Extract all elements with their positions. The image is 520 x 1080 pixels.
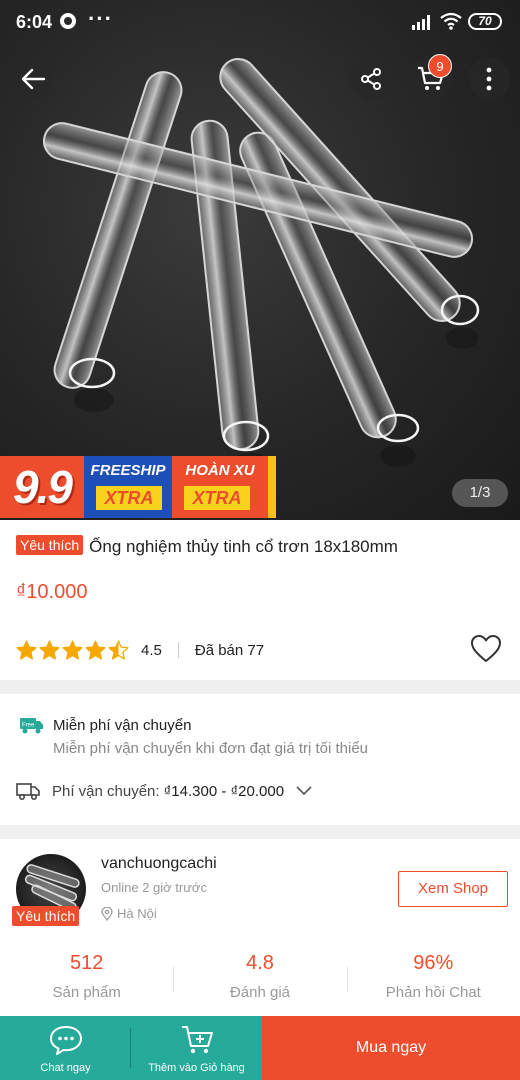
more-options-button[interactable] xyxy=(468,58,510,100)
shop-location: Hà Nội xyxy=(101,906,157,921)
shop-stat-products[interactable]: 512 Sản phẩm xyxy=(0,950,173,1006)
promo-tail xyxy=(268,456,276,518)
stat-value: 512 xyxy=(69,952,104,974)
heart-icon[interactable] xyxy=(470,634,502,664)
chevron-down-icon xyxy=(296,786,312,796)
stat-label: Phản hồi Chat xyxy=(385,984,481,1001)
product-title-row: Yêu thích Ống nghiệm thủy tinh cổ trơn 18… xyxy=(16,534,506,560)
rating-row[interactable]: 4.5 Đã bán 77 xyxy=(16,634,506,664)
free-shipping-subtitle: Miễn phí vận chuyển khi đơn đạt giá trị … xyxy=(53,740,369,757)
stat-value: 96% xyxy=(413,952,454,974)
rating-stars xyxy=(16,640,129,660)
add-to-cart-icon xyxy=(181,1026,213,1054)
status-bar: 6:04 ··· 70 xyxy=(0,0,520,44)
shop-stat-rating[interactable]: 4.8 Đánh giá xyxy=(173,950,346,1006)
promo-freeship-label: FREESHIP xyxy=(90,462,166,479)
share-button[interactable] xyxy=(350,58,392,100)
shipping-fee-label: Phí vận chuyển: xyxy=(52,782,160,800)
cart-count-badge: 9 xyxy=(428,54,452,78)
free-shipping-icon: Free xyxy=(20,718,43,734)
location-pin-icon xyxy=(101,906,113,921)
status-time: 6:04 xyxy=(16,12,53,32)
section-gap xyxy=(0,825,520,839)
promo-freeship-xtra: XTRA xyxy=(96,486,162,510)
stat-label: Sản phẩm xyxy=(52,984,121,1001)
shop-online-status: Online 2 giờ trước xyxy=(101,880,207,895)
promo-nine-nine: 9.9 xyxy=(0,456,84,518)
more-vertical-icon xyxy=(486,67,492,91)
buy-now-button[interactable]: Mua ngay xyxy=(262,1016,520,1080)
promo-hoanxu-xtra: XTRA xyxy=(184,486,250,510)
star-icon xyxy=(85,640,106,660)
svg-text:Free: Free xyxy=(22,723,35,729)
sold-count: Đã bán 77 xyxy=(194,641,265,659)
more-notifications-icon: ··· xyxy=(88,6,113,31)
product-title: Ống nghiệm thủy tinh cổ trơn 18x180mm xyxy=(89,537,398,556)
star-icon xyxy=(39,640,60,660)
shop-name[interactable]: vanchuongcachi xyxy=(101,855,217,873)
wifi-icon xyxy=(440,12,462,30)
chat-bubble-icon xyxy=(49,1026,82,1055)
shipping-fee-row[interactable]: Phí vận chuyển: ₫14.300 - ₫20.000 xyxy=(16,781,312,801)
image-pager: 1/3 xyxy=(452,479,508,507)
rating-divider xyxy=(177,642,179,658)
arrow-left-icon xyxy=(21,68,46,90)
favorite-badge: Yêu thích xyxy=(16,535,84,555)
rating-value: 4.5 xyxy=(141,641,162,659)
star-icon xyxy=(62,640,83,660)
battery-indicator: 70 xyxy=(468,13,502,30)
star-icon xyxy=(16,640,37,660)
section-gap xyxy=(0,680,520,694)
shop-favorite-badge: Yêu thích xyxy=(12,906,80,926)
shop-stats: 512 Sản phẩm 4.8 Đánh giá 96% Phản hồi C… xyxy=(0,950,520,1006)
chat-now-button[interactable]: Chat ngay xyxy=(0,1016,131,1080)
chat-now-label: Chat ngay xyxy=(40,1062,91,1074)
star-icon xyxy=(108,640,129,660)
product-page: 6:04 ··· 70 9 9.9 FREESHIP XTRA HOÀN XU … xyxy=(0,0,520,1080)
shop-stat-chat-response[interactable]: 96% Phản hồi Chat xyxy=(346,950,520,1006)
shipping-fee-value: ₫14.300 - ₫20.000 xyxy=(163,782,285,800)
add-to-cart-label: Thêm vào Giỏ hàng xyxy=(148,1062,245,1074)
promo-hoanxu-label: HOÀN XU xyxy=(185,462,255,479)
free-shipping-title: Miễn phí vận chuyển xyxy=(53,717,192,734)
promo-banner: 9.9 FREESHIP XTRA HOÀN XU XTRA xyxy=(0,456,276,518)
back-button[interactable] xyxy=(12,58,54,100)
truck-icon xyxy=(16,783,40,801)
promo-freeship: FREESHIP XTRA xyxy=(84,456,172,518)
product-price: ₫10.000 xyxy=(16,581,88,603)
stat-label: Đánh giá xyxy=(229,984,291,1001)
shop-location-text: Hà Nội xyxy=(117,906,157,921)
stat-value: 4.8 xyxy=(246,952,274,974)
promo-hoanxu: HOÀN XU XTRA xyxy=(172,456,268,518)
share-icon xyxy=(361,68,381,90)
add-to-cart-button[interactable]: Thêm vào Giỏ hàng xyxy=(131,1016,262,1080)
messenger-icon xyxy=(60,13,76,29)
view-shop-button[interactable]: Xem Shop xyxy=(398,871,508,907)
bottom-action-bar: Chat ngay Thêm vào Giỏ hàng Mua ngay xyxy=(0,1016,520,1080)
signal-icon xyxy=(412,15,430,30)
